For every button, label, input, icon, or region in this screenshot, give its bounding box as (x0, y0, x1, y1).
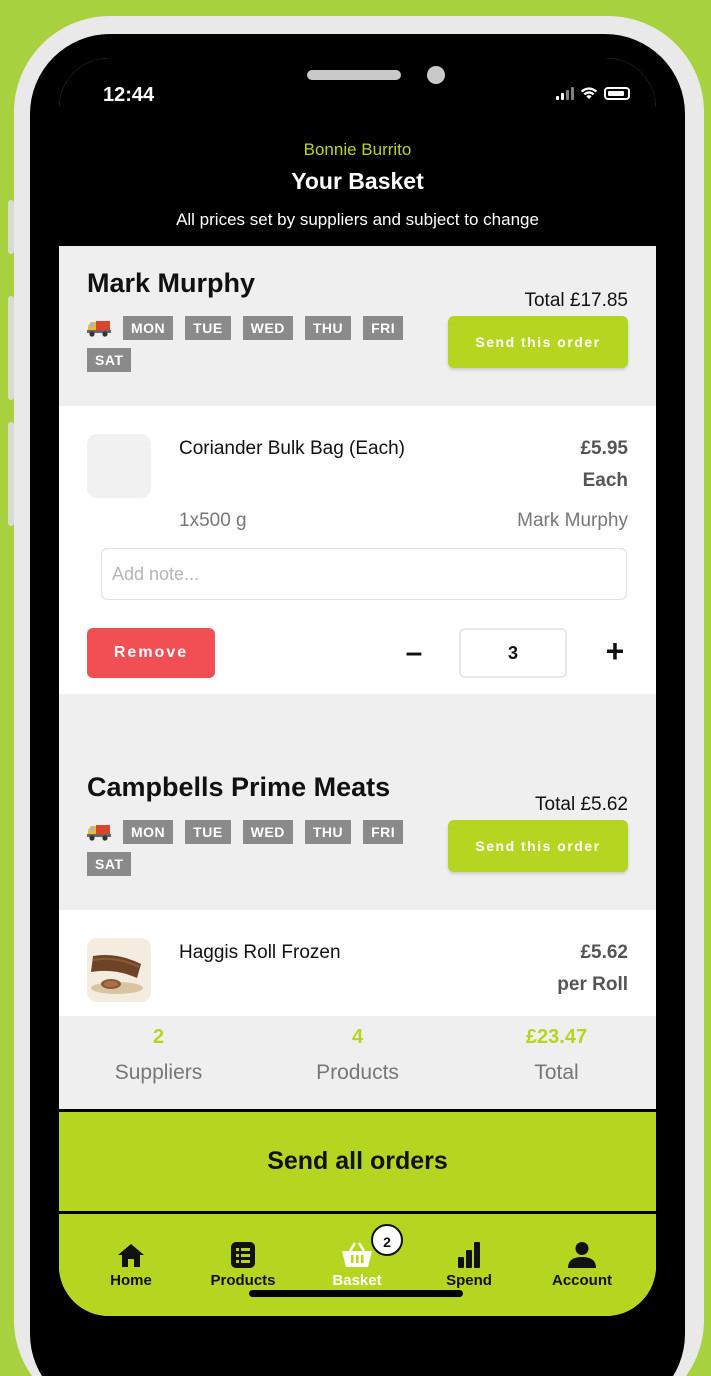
truck-icon (87, 825, 111, 841)
product-size: 1x500 g (179, 510, 247, 531)
suppliers-count: 2 (152, 1026, 165, 1048)
speaker (307, 70, 401, 80)
product-price: £5.62 (580, 942, 628, 963)
tab-home[interactable]: Home (76, 1242, 186, 1289)
status-time: 12:44 (103, 84, 155, 106)
product-supplier: Mark Murphy (517, 510, 628, 531)
tab-products[interactable]: Products (188, 1242, 298, 1289)
day-chip-wed: WED (242, 820, 293, 844)
send-all-orders-button[interactable]: Send all orders (59, 1112, 656, 1214)
haggis-roll-image (87, 938, 151, 1002)
product-unit: per Roll (557, 974, 628, 995)
camera (427, 66, 445, 84)
day-chip-fri: FRI (363, 316, 404, 340)
supplier-header: Campbells Prime Meats Total £5.62 MON TU… (59, 750, 656, 910)
truck-icon (87, 321, 111, 337)
day-chip-sat: SAT (87, 852, 132, 876)
remove-button[interactable]: Remove (87, 628, 215, 678)
supplier-total: Total £5.62 (535, 794, 628, 815)
products-icon (231, 1242, 255, 1268)
page-title: Your Basket (291, 168, 424, 194)
cellular-icon (556, 86, 574, 100)
tab-label-home: Home (110, 1272, 152, 1289)
add-note-input[interactable] (101, 548, 627, 600)
day-chip-thu: THU (304, 820, 352, 844)
notch (187, 58, 529, 104)
summary-total: £23.47 Total (457, 1026, 656, 1085)
total-label: Total (534, 1061, 579, 1084)
summary-products: 4 Products (258, 1026, 457, 1085)
total-value: £23.47 (525, 1026, 588, 1048)
basket-list[interactable]: Mark Murphy Total £17.85 MON TUE WED THU… (59, 246, 656, 1016)
tab-bar: Home Products Basket 2 Spend Account (59, 1214, 656, 1316)
supplier-header: Mark Murphy Total £17.85 MON TUE WED THU… (59, 246, 656, 406)
section-spacer (59, 694, 656, 750)
summary-suppliers: 2 Suppliers (59, 1026, 258, 1085)
quantity-input[interactable] (459, 628, 567, 678)
page-subtitle: All prices set by suppliers and subject … (176, 210, 539, 229)
basket-count-badge: 2 (371, 1224, 403, 1256)
restaurant-name: Bonnie Burrito (303, 140, 412, 159)
status-icons (556, 86, 630, 100)
day-chip-mon: MON (123, 820, 174, 844)
basket-summary: 2 Suppliers 4 Products £23.47 Total (59, 1016, 656, 1112)
day-chip-tue: TUE (185, 316, 231, 340)
increase-quantity-button[interactable]: + (595, 630, 635, 672)
tab-label-basket: Basket (332, 1272, 382, 1289)
send-this-order-button[interactable]: Send this order (448, 820, 628, 872)
day-chip-tue: TUE (185, 820, 231, 844)
tab-account[interactable]: Account (527, 1242, 637, 1289)
decrease-quantity-button[interactable]: – (397, 632, 431, 674)
account-icon (568, 1242, 596, 1268)
battery-icon (604, 86, 630, 100)
product-name: Haggis Roll Frozen (179, 942, 341, 963)
basket-item: Coriander Bulk Bag (Each) £5.95 Each 1x5… (59, 406, 656, 694)
product-image-placeholder (87, 434, 151, 498)
supplier-name: Mark Murphy (87, 268, 256, 298)
day-chip-mon: MON (123, 316, 174, 340)
basket-icon (342, 1242, 372, 1267)
tab-spend[interactable]: Spend (414, 1242, 524, 1289)
day-chip-wed: WED (242, 316, 293, 340)
delivery-days: MON TUE WED THU FRI SAT (87, 316, 432, 372)
day-chip-thu: THU (304, 316, 352, 340)
tab-label-products: Products (210, 1272, 276, 1289)
app-screen: 12:44 Bonnie Burrito Your Basket All pri… (59, 58, 656, 1316)
home-icon (118, 1244, 144, 1267)
home-indicator (249, 1290, 463, 1297)
day-chip-fri: FRI (363, 820, 404, 844)
product-image (87, 938, 151, 1002)
products-count: 4 (351, 1026, 364, 1048)
product-name: Coriander Bulk Bag (Each) (179, 438, 405, 459)
basket-item: Haggis Roll Frozen £5.62 per Roll (59, 910, 656, 1016)
product-unit: Each (582, 470, 628, 491)
products-label: Products (316, 1061, 399, 1084)
day-chip-sat: SAT (87, 348, 132, 372)
suppliers-label: Suppliers (114, 1061, 203, 1084)
supplier-name: Campbells Prime Meats (87, 772, 391, 802)
product-price: £5.95 (580, 438, 628, 459)
send-this-order-button[interactable]: Send this order (448, 316, 628, 368)
wifi-icon (580, 87, 598, 99)
delivery-days: MON TUE WED THU FRI SAT (87, 820, 432, 876)
tab-label-account: Account (552, 1272, 612, 1289)
tab-label-spend: Spend (446, 1272, 492, 1289)
supplier-total: Total £17.85 (524, 290, 628, 311)
spend-icon (458, 1242, 480, 1268)
header: 12:44 Bonnie Burrito Your Basket All pri… (59, 58, 656, 246)
